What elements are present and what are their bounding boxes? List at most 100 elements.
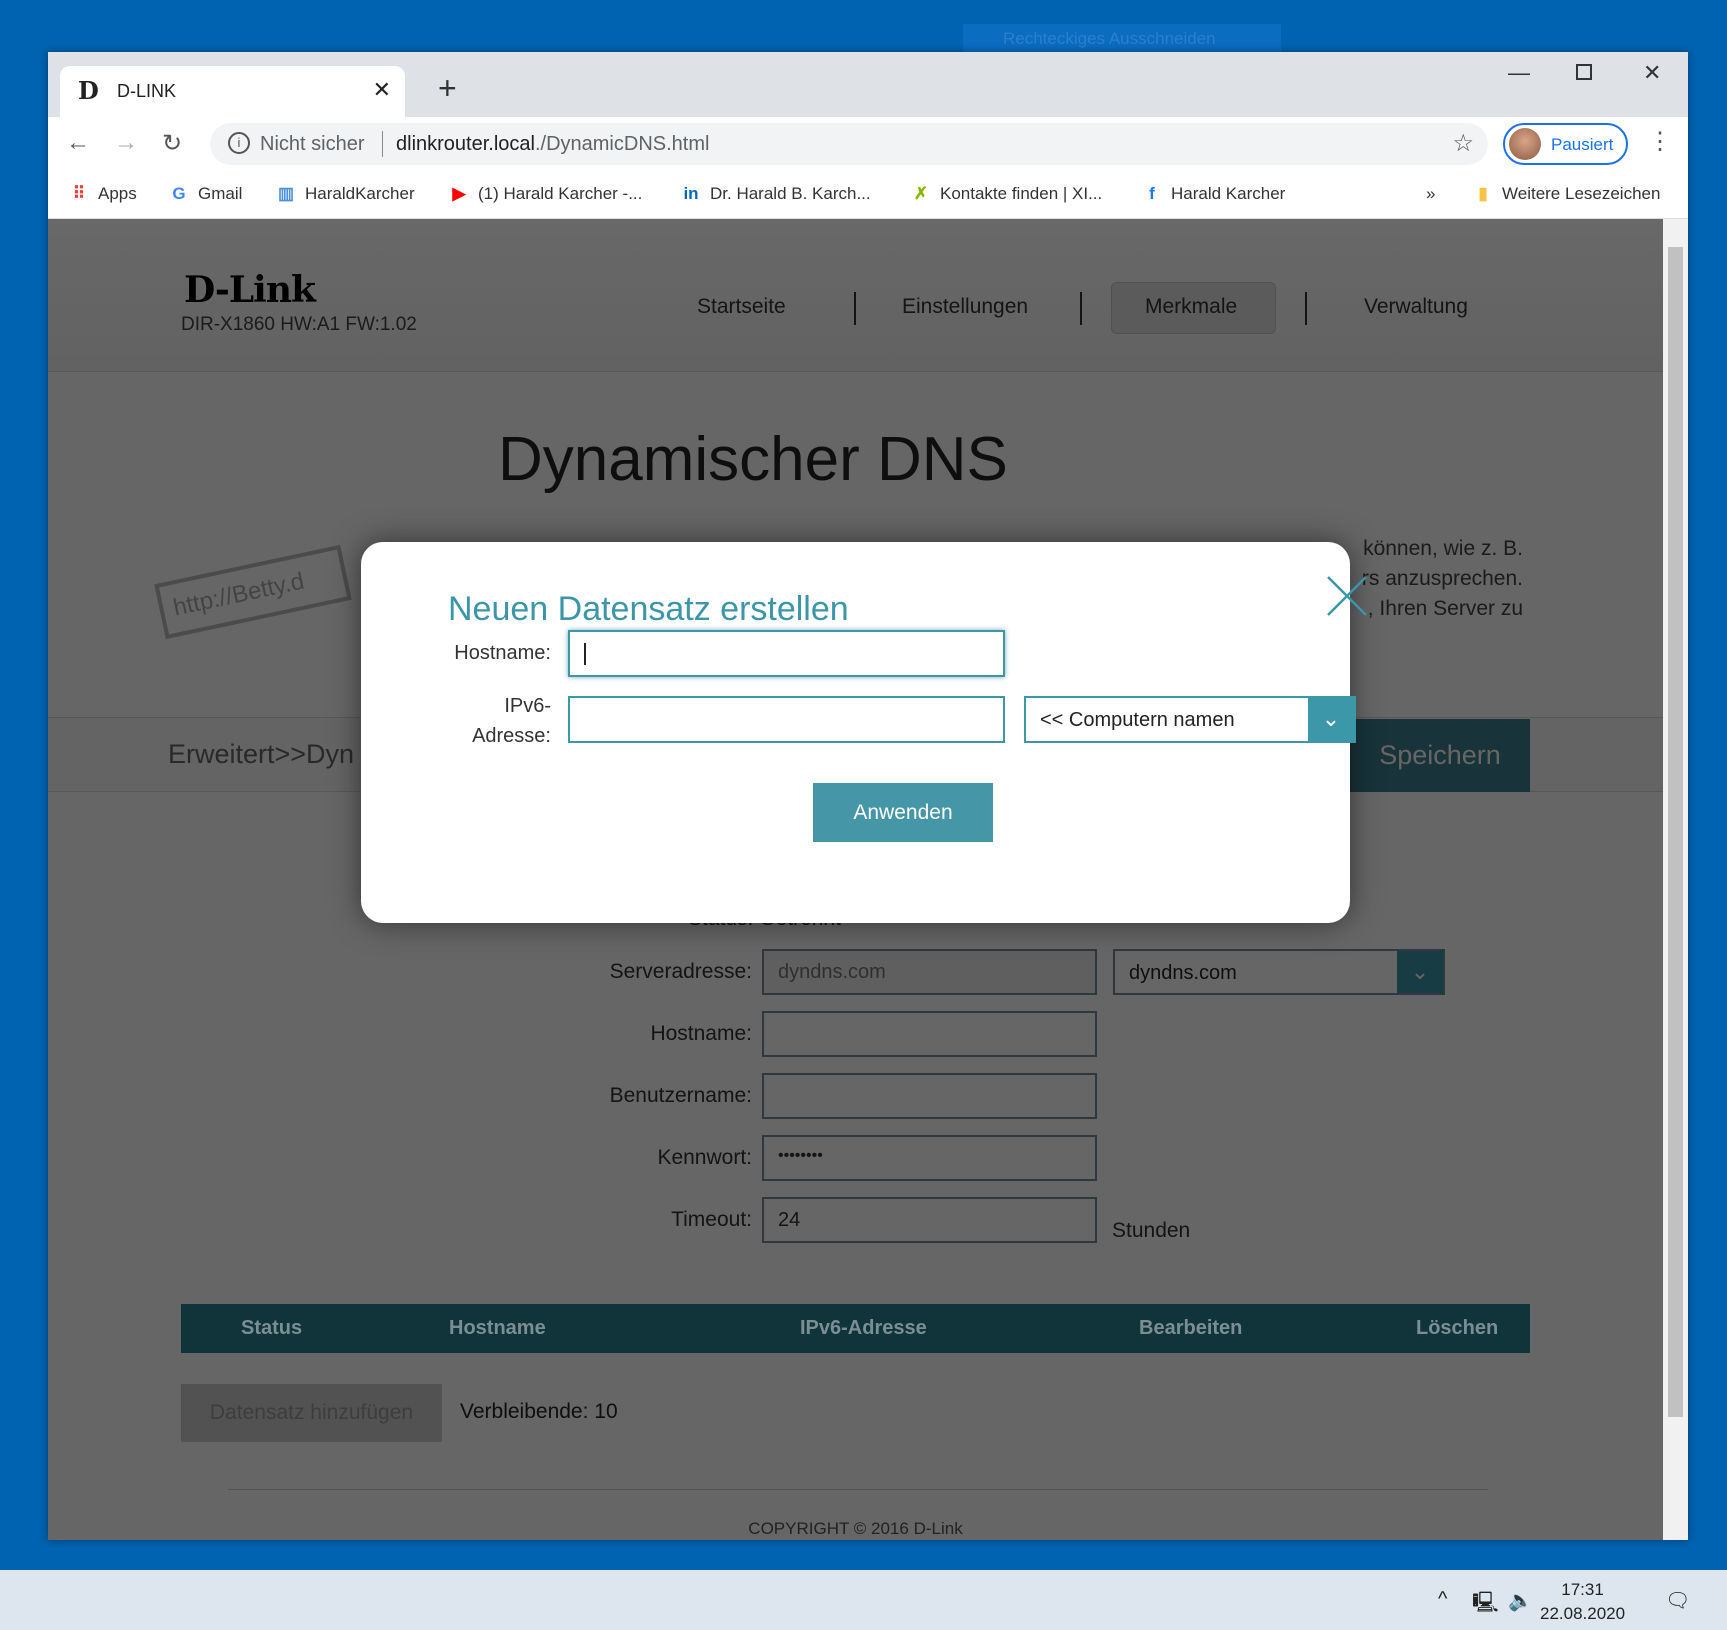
address-bar[interactable]: i Nicht sicher dlinkrouter.local./Dynami… [210, 123, 1488, 165]
ipv6-label-line1: IPv6- [504, 695, 551, 717]
hostname-input[interactable] [762, 1011, 1097, 1057]
computer-name-select[interactable]: << Computern namen ⌄ [1024, 696, 1356, 743]
bookmark-haraldkarcher[interactable]: ▥ HaraldKarcher [275, 184, 415, 204]
bookmark-facebook[interactable]: f Harald Karcher [1141, 184, 1285, 204]
router-header: D-Link DIR-X1860 HW:A1 FW:1.02 Startseit… [48, 219, 1663, 372]
col-delete: Löschen [1416, 1317, 1499, 1339]
dialog-ipv6-input[interactable] [568, 696, 1005, 743]
back-button[interactable]: ← [66, 129, 90, 157]
add-record-button[interactable]: Datensatz hinzufügen [181, 1384, 442, 1442]
page-title: Dynamischer DNS [498, 425, 1008, 494]
info-icon[interactable]: i [228, 132, 250, 154]
copyright: COPYRIGHT © 2016 D-Link [748, 1519, 963, 1538]
bookmark-youtube[interactable]: ▶ (1) Harald Karcher -... [448, 184, 642, 204]
username-input[interactable] [762, 1073, 1097, 1119]
avatar [1509, 128, 1541, 160]
date: 22.08.2020 [1540, 1604, 1626, 1623]
forward-button[interactable]: → [114, 129, 138, 157]
dlink-logo: D-Link [184, 269, 316, 311]
browser-window: D D-LINK ✕ + — ✕ ← → ↻ i Nicht sicher dl… [48, 52, 1688, 1540]
tab-title: D-LINK [117, 81, 177, 101]
taskbar: ^ 🖳 🔈 17:31 22.08.2020 🗨 [0, 1570, 1727, 1630]
tab-dlink[interactable]: D D-LINK ✕ [60, 66, 405, 117]
close-icon[interactable] [1326, 575, 1368, 617]
bookmark-xing[interactable]: ✗ Kontakte finden | XI... [910, 184, 1102, 204]
bookmark-linkedin[interactable]: in Dr. Harald B. Karch... [680, 184, 870, 204]
username-label: Benutzername: [609, 1084, 752, 1107]
dlink-favicon-icon: D [78, 76, 99, 105]
bookmark-label: Apps [98, 184, 137, 203]
bookmark-label: Gmail [198, 184, 243, 203]
footer-divider [228, 1489, 1488, 1490]
nav-divider [1080, 292, 1082, 325]
snipping-tool-hint: Rechteckiges Ausschneiden [963, 24, 1281, 52]
description-line: rs anzusprechen. [1361, 567, 1523, 590]
scrollbar[interactable] [1663, 219, 1688, 1540]
chevron-down-icon: ⌄ [1308, 698, 1354, 741]
apply-button[interactable]: Anwenden [813, 783, 993, 842]
minimize-button[interactable]: — [1508, 60, 1530, 86]
col-hostname: Hostname [449, 1317, 546, 1339]
volume-icon[interactable]: 🔈 [1508, 1588, 1533, 1613]
remaining-count: Verbleibende: 10 [460, 1400, 618, 1423]
new-tab-button[interactable]: + [438, 70, 457, 107]
google-icon: G [172, 184, 186, 203]
description-line: , Ihren Server zu [1367, 597, 1523, 620]
bookmark-gmail[interactable]: G Gmail [168, 184, 242, 204]
more-menu-icon[interactable]: ⋮ [1648, 127, 1672, 156]
close-window-button[interactable]: ✕ [1643, 60, 1661, 86]
maximize-button[interactable] [1576, 64, 1592, 80]
url-illustration: http://Betty.d [154, 544, 352, 640]
timeout-input[interactable]: 24 [762, 1197, 1097, 1243]
page-content: D-Link DIR-X1860 HW:A1 FW:1.02 Startseit… [48, 219, 1663, 1540]
security-label: Nicht sicher [260, 133, 365, 155]
bookmark-label: (1) Harald Karcher -... [478, 184, 643, 203]
nav-startseite[interactable]: Startseite [697, 295, 786, 319]
col-edit: Bearbeiten [1139, 1317, 1243, 1339]
server-select-value: dyndns.com [1129, 962, 1237, 984]
scrollbar-thumb[interactable] [1668, 247, 1683, 1417]
bookmark-apps[interactable]: ⠿ Apps [68, 184, 137, 204]
password-input[interactable]: •••••••• [762, 1135, 1097, 1181]
dialog-title: Neuen Datensatz erstellen [448, 590, 849, 628]
folder-icon: ▮ [1478, 184, 1488, 203]
hostname-label: Hostname: [454, 642, 551, 664]
server-select[interactable]: dyndns.com ⌄ [1113, 949, 1445, 995]
reload-button[interactable]: ↻ [162, 129, 182, 158]
nav-verwaltung[interactable]: Verwaltung [1364, 295, 1468, 319]
create-record-dialog: Neuen Datensatz erstellen Hostname: IPv6… [361, 542, 1367, 923]
other-bookmarks[interactable]: ▮ Weitere Lesezeichen [1472, 184, 1660, 204]
youtube-icon: ▶ [452, 184, 466, 203]
nav-divider [1305, 292, 1307, 325]
tab-strip: D D-LINK ✕ + — ✕ [48, 52, 1688, 117]
table-header: Status Hostname IPv6-Adresse Bearbeiten … [181, 1304, 1530, 1353]
toolbar: ← → ↻ i Nicht sicher dlinkrouter.local./… [48, 117, 1688, 171]
col-ipv6: IPv6-Adresse [800, 1317, 927, 1339]
chevron-down-icon: ⌄ [1397, 951, 1443, 993]
time: 17:31 [1561, 1580, 1604, 1599]
profile-status: Pausiert [1551, 135, 1614, 154]
bookmark-star-icon[interactable]: ☆ [1452, 129, 1474, 158]
breadcrumb: Erweitert>>Dyn [168, 739, 355, 769]
nav-einstellungen[interactable]: Einstellungen [902, 295, 1028, 319]
clock[interactable]: 17:31 22.08.2020 [1540, 1578, 1625, 1626]
dialog-hostname-input[interactable] [568, 630, 1005, 677]
nav-divider [854, 292, 856, 325]
nav-merkmale[interactable]: Merkmale [1145, 295, 1237, 319]
model-info: DIR-X1860 HW:A1 FW:1.02 [181, 314, 417, 335]
save-button[interactable]: Speichern [1350, 719, 1530, 792]
more-bookmarks-button[interactable]: » [1426, 184, 1435, 204]
network-icon[interactable]: 🖳 [1472, 1588, 1499, 1622]
profile-button[interactable]: Pausiert [1503, 123, 1628, 165]
server-address-input[interactable]: dyndns.com [762, 949, 1097, 995]
tab-close-icon[interactable]: ✕ [373, 77, 391, 103]
url-text: dlinkrouter.local./DynamicDNS.html [396, 133, 709, 156]
bookmark-label: Weitere Lesezeichen [1502, 184, 1661, 203]
page-icon: ▥ [277, 184, 295, 203]
col-status: Status [241, 1317, 303, 1339]
notifications-icon[interactable]: 🗨 [1665, 1588, 1690, 1613]
linkedin-icon: in [683, 184, 699, 203]
chevron-up-icon[interactable]: ^ [1438, 1588, 1447, 1611]
server-label: Serveradresse: [609, 960, 752, 983]
bookmarks-bar: ⠿ Apps G Gmail ▥ HaraldKarcher ▶ (1) Harald … [48, 171, 1688, 219]
